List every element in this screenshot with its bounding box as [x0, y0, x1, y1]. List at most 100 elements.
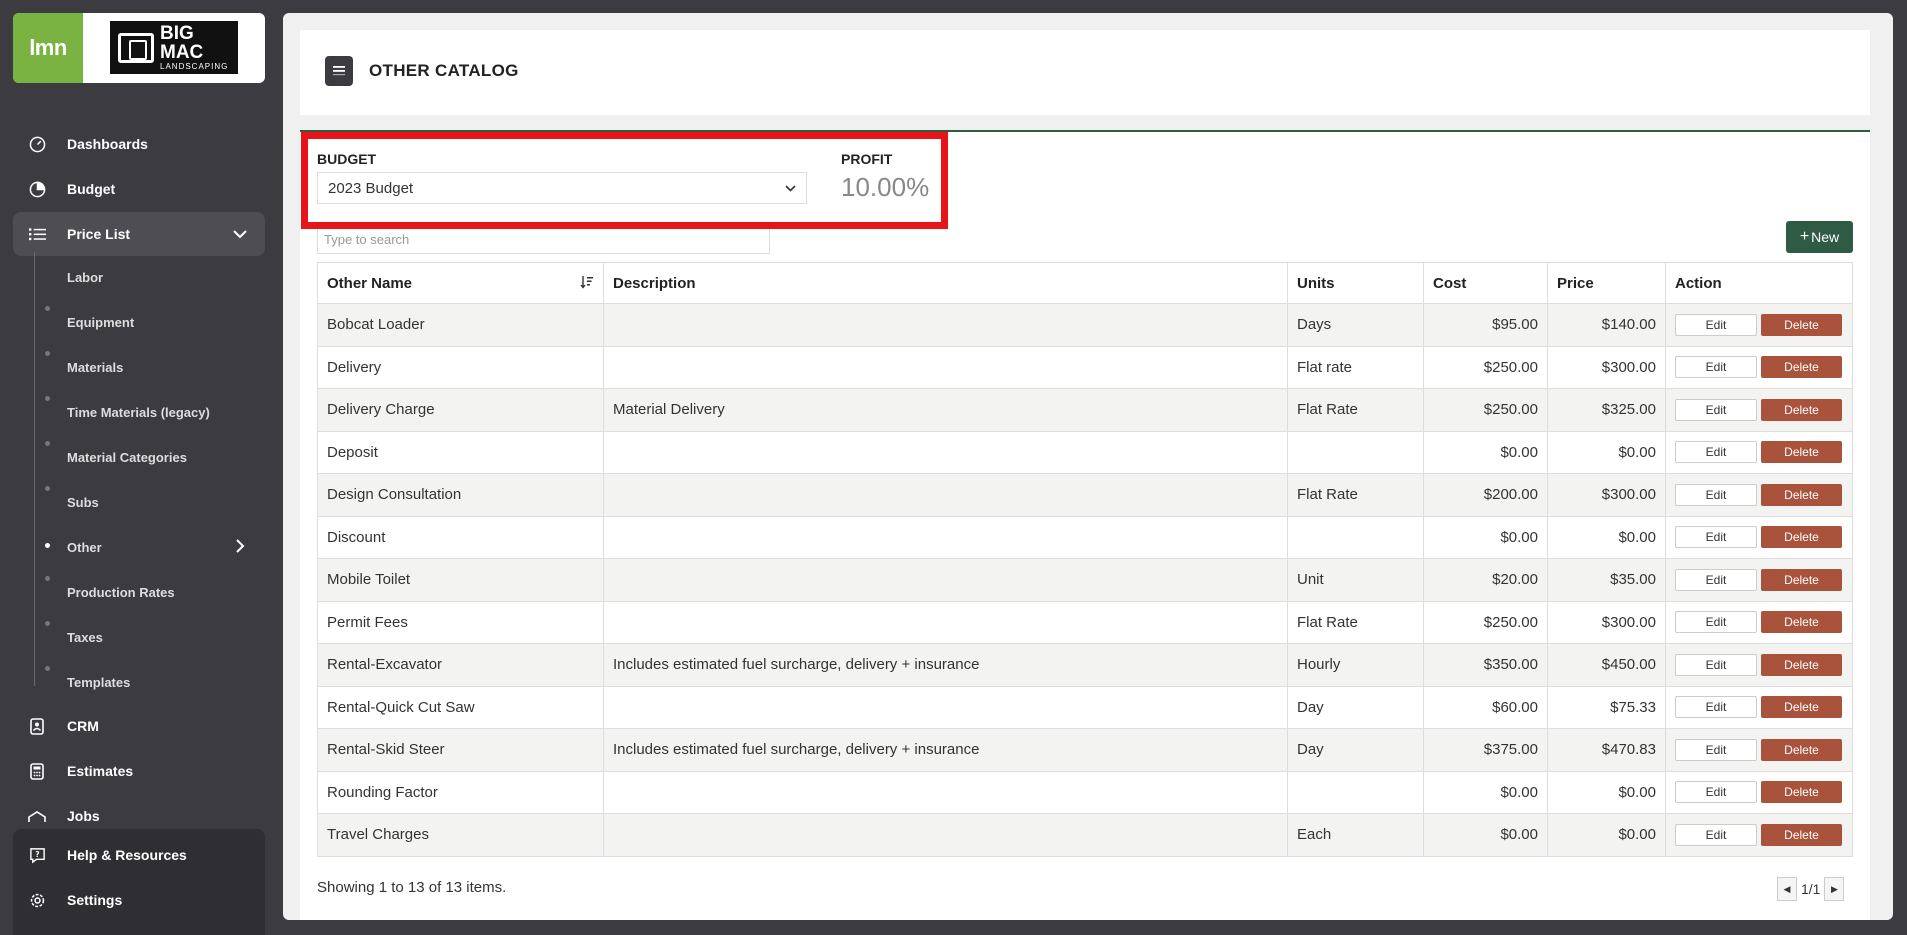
sidebar-item-jobs[interactable]: Jobs	[13, 794, 265, 822]
company-logo-mark	[118, 32, 154, 63]
calculator-icon	[27, 761, 47, 781]
budget-selected-value: 2023 Budget	[328, 179, 414, 197]
delete-button[interactable]: Delete	[1761, 441, 1842, 464]
delete-button[interactable]: Delete	[1761, 313, 1842, 336]
svg-text:?: ?	[35, 849, 39, 858]
column-header-units: Units	[1287, 262, 1424, 304]
cell-price: $300.00	[1547, 600, 1666, 644]
cell-price: $470.83	[1547, 728, 1666, 772]
lmn-logo[interactable]: lmn	[13, 13, 83, 83]
edit-button[interactable]: Edit	[1675, 356, 1757, 379]
sidebar-item-price-list[interactable]: Price List	[13, 212, 265, 256]
edit-button[interactable]: Edit	[1675, 653, 1757, 676]
table-row: Travel Charges Each $0.00 $0.00 Edit Delete	[317, 813, 1853, 857]
cell-description: Includes estimated fuel surcharge, deliv…	[603, 728, 1288, 772]
cell-units	[1287, 430, 1424, 474]
sidebar-subitem-production-rates[interactable]: Production Rates	[13, 572, 265, 612]
delete-button[interactable]: Delete	[1761, 738, 1842, 761]
catalog-content: BUDGET 2023 Budget PROFIT 10.00% Type to…	[300, 130, 1870, 920]
edit-button[interactable]: Edit	[1675, 611, 1757, 634]
delete-button[interactable]: Delete	[1761, 526, 1842, 549]
delete-button[interactable]: Delete	[1761, 653, 1842, 676]
delete-button[interactable]: Delete	[1761, 781, 1842, 804]
column-header-cost: Cost	[1423, 262, 1548, 304]
edit-button[interactable]: Edit	[1675, 313, 1757, 336]
delete-button[interactable]: Delete	[1761, 823, 1842, 846]
new-button[interactable]: + New	[1786, 221, 1853, 253]
search-placeholder: Type to search	[324, 231, 410, 247]
edit-button[interactable]: Edit	[1675, 781, 1757, 804]
prev-page-button[interactable]: ◀	[1777, 877, 1797, 901]
edit-button[interactable]: Edit	[1675, 568, 1757, 591]
gear-icon	[27, 890, 47, 910]
search-input[interactable]: Type to search	[317, 224, 770, 254]
cell-other-name: Deposit	[317, 430, 604, 474]
cell-price: $140.00	[1547, 303, 1666, 347]
column-header-description: Description	[603, 262, 1288, 304]
delete-button[interactable]: Delete	[1761, 568, 1842, 591]
company-name-line3: LANDSCAPING	[160, 62, 229, 71]
sidebar-subitem-taxes[interactable]: Taxes	[13, 617, 265, 657]
sidebar-subitem-label: Material Categories	[67, 449, 187, 465]
sidebar-subitem-other[interactable]: Other	[13, 527, 265, 567]
catalog-book-icon	[325, 56, 353, 86]
pie-chart-icon	[27, 179, 47, 199]
edit-button[interactable]: Edit	[1675, 696, 1757, 719]
column-header-other-name[interactable]: Other Name	[317, 262, 604, 304]
pagination-summary: Showing 1 to 13 of 13 items.	[317, 879, 507, 896]
delete-button[interactable]: Delete	[1761, 696, 1842, 719]
cell-other-name: Delivery Charge	[317, 388, 604, 432]
edit-button[interactable]: Edit	[1675, 823, 1757, 846]
edit-button[interactable]: Edit	[1675, 441, 1757, 464]
sidebar-item-help[interactable]: ? Help & Resources	[13, 833, 265, 877]
sidebar-subitem-subs[interactable]: Subs	[13, 482, 265, 522]
table-row: Delivery Charge Material Delivery Flat Rat…	[317, 388, 1853, 432]
company-logo: BIG MAC LANDSCAPING	[110, 21, 238, 74]
table-row: Deposit $0.00 $0.00 Edit Delete	[317, 430, 1853, 474]
sidebar-item-label: Price List	[67, 226, 131, 242]
delete-button[interactable]: Delete	[1761, 356, 1842, 379]
edit-button[interactable]: Edit	[1675, 483, 1757, 506]
sidebar: lmn BIG MAC LANDSCAPING Dashboards Budge…	[0, 0, 278, 935]
jobs-icon	[27, 808, 47, 822]
edit-button[interactable]: Edit	[1675, 398, 1757, 421]
cell-other-name: Travel Charges	[317, 813, 604, 857]
table-row: Rounding Factor $0.00 $0.00 Edit Delete	[317, 770, 1853, 814]
sidebar-item-settings[interactable]: Settings	[13, 878, 265, 922]
sidebar-item-estimates[interactable]: Estimates	[13, 749, 265, 793]
cell-price: $0.00	[1547, 770, 1666, 814]
table-row: Delivery Flat rate $250.00 $300.00 Edit Delet…	[317, 345, 1853, 389]
delete-button[interactable]: Delete	[1761, 483, 1842, 506]
sidebar-subitem-material-categories[interactable]: Material Categories	[13, 437, 265, 477]
sidebar-subitem-label: Labor	[67, 269, 104, 285]
cell-units: Flat Rate	[1287, 473, 1424, 517]
sidebar-subitem-materials[interactable]: Materials	[13, 347, 265, 387]
sidebar-subitem-templates[interactable]: Templates	[13, 662, 265, 702]
cell-description	[603, 770, 1288, 814]
delete-button[interactable]: Delete	[1761, 398, 1842, 421]
edit-button[interactable]: Edit	[1675, 738, 1757, 761]
cell-price: $300.00	[1547, 473, 1666, 517]
delete-button[interactable]: Delete	[1761, 611, 1842, 634]
contact-book-icon	[27, 716, 47, 736]
sort-icon[interactable]	[580, 275, 594, 292]
budget-select[interactable]: 2023 Budget	[317, 172, 807, 204]
cell-action: Edit Delete	[1665, 685, 1853, 729]
cell-price: $300.00	[1547, 345, 1666, 389]
next-page-button[interactable]: ▶	[1824, 877, 1845, 901]
edit-button[interactable]: Edit	[1675, 526, 1757, 549]
cell-other-name: Delivery	[317, 345, 604, 389]
page-indicator: 1/1	[1801, 881, 1821, 897]
cell-units: Days	[1287, 303, 1424, 347]
sidebar-item-budget[interactable]: Budget	[13, 167, 265, 211]
cell-price: $450.00	[1547, 643, 1666, 687]
sidebar-item-crm[interactable]: CRM	[13, 704, 265, 748]
company-logo-text: BIG MAC LANDSCAPING	[160, 24, 228, 71]
cell-units	[1287, 770, 1424, 814]
sidebar-item-dashboards[interactable]: Dashboards	[13, 122, 265, 166]
sidebar-subitem-labor[interactable]: Labor	[13, 257, 265, 297]
sidebar-subitem-equipment[interactable]: Equipment	[13, 302, 265, 342]
cell-action: Edit Delete	[1665, 643, 1853, 687]
sidebar-item-label: Jobs	[67, 808, 100, 822]
sidebar-subitem-time-materials[interactable]: Time Materials (legacy)	[13, 392, 265, 432]
